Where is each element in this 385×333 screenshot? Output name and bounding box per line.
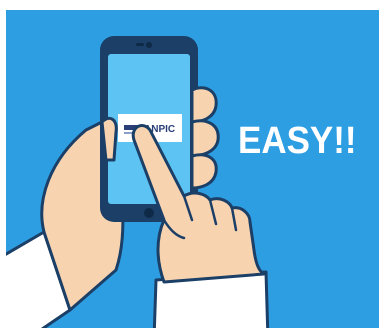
illustration-banner: ANPIC EASY!! [6, 10, 379, 328]
phone-hands-illustration: ANPIC [6, 36, 270, 328]
headline-text: EASY!! [238, 120, 357, 162]
